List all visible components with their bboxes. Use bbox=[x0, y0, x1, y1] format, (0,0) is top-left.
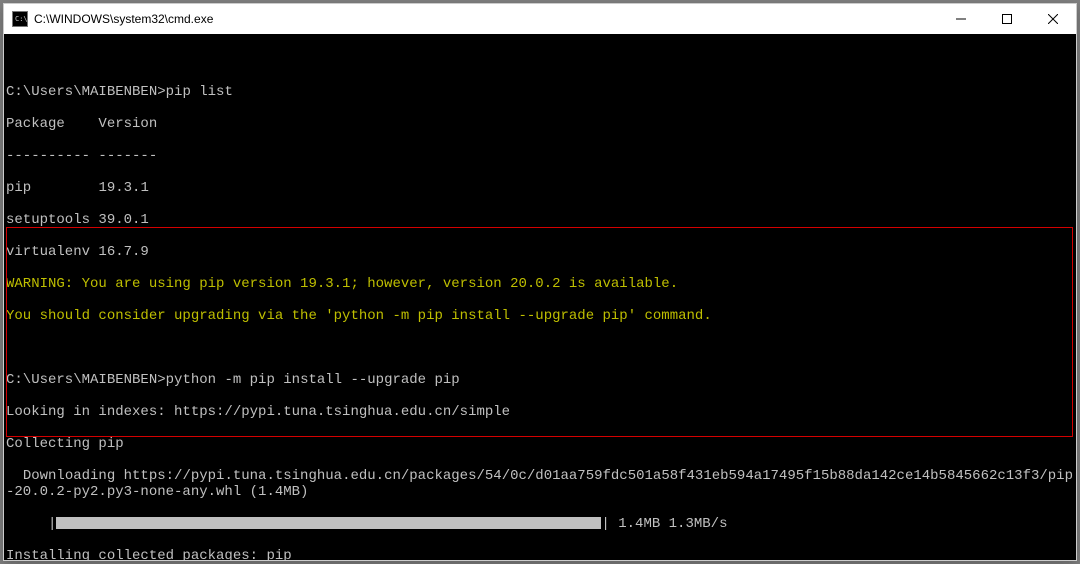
blank-line bbox=[6, 52, 1076, 68]
pkg-name: virtualenv bbox=[6, 244, 90, 260]
command-text: pip list bbox=[166, 84, 233, 100]
titlebar[interactable]: C:\ C:\WINDOWS\system32\cmd.exe bbox=[4, 4, 1076, 34]
maximize-icon bbox=[1002, 14, 1012, 24]
window-title: C:\WINDOWS\system32\cmd.exe bbox=[34, 12, 213, 26]
cmd-icon: C:\ bbox=[12, 11, 28, 27]
warning-line: You should consider upgrading via the 'p… bbox=[6, 308, 1076, 324]
progress-line: || 1.4MB 1.3MB/s bbox=[6, 516, 1076, 532]
window-buttons bbox=[938, 4, 1076, 34]
prompt: C:\Users\MAIBENBEN> bbox=[6, 372, 166, 388]
command-text: python -m pip install --upgrade pip bbox=[166, 372, 460, 388]
pkg-version: 39.0.1 bbox=[98, 212, 148, 228]
minimize-button[interactable] bbox=[938, 4, 984, 34]
col-package: Package bbox=[6, 116, 65, 132]
output-line: Looking in indexes: https://pypi.tuna.ts… bbox=[6, 404, 1076, 420]
output-line: Collecting pip bbox=[6, 436, 1076, 452]
warning-line: WARNING: You are using pip version 19.3.… bbox=[6, 276, 1076, 292]
pkg-name: pip bbox=[6, 180, 31, 196]
progress-bar bbox=[56, 517, 601, 529]
pkg-name: setuptools bbox=[6, 212, 90, 228]
pkg-version: 19.3.1 bbox=[98, 180, 148, 196]
table-row: virtualenv 16.7.9 bbox=[6, 244, 1076, 260]
blank-line bbox=[6, 340, 1076, 356]
table-header: Package Version bbox=[6, 116, 1076, 132]
table-row: setuptools 39.0.1 bbox=[6, 212, 1076, 228]
minimize-icon bbox=[956, 14, 966, 24]
terminal-output[interactable]: C:\Users\MAIBENBEN>pip list Package Vers… bbox=[4, 34, 1076, 560]
output-line: Installing collected packages: pip bbox=[6, 548, 1076, 560]
table-row: pip 19.3.1 bbox=[6, 180, 1076, 196]
col-version: Version bbox=[98, 116, 157, 132]
progress-done: 1.4MB bbox=[618, 516, 660, 532]
prompt: C:\Users\MAIBENBEN> bbox=[6, 84, 166, 100]
cmd-line: C:\Users\MAIBENBEN>python -m pip install… bbox=[6, 372, 1076, 388]
output-line: Downloading https://pypi.tuna.tsinghua.e… bbox=[6, 468, 1076, 500]
table-divider: ---------- ------- bbox=[6, 148, 1076, 164]
pkg-version: 16.7.9 bbox=[98, 244, 148, 260]
cmd-line: C:\Users\MAIBENBEN>pip list bbox=[6, 84, 1076, 100]
close-button[interactable] bbox=[1030, 4, 1076, 34]
close-icon bbox=[1048, 14, 1058, 24]
maximize-button[interactable] bbox=[984, 4, 1030, 34]
cmd-window: C:\ C:\WINDOWS\system32\cmd.exe C:\Users… bbox=[3, 3, 1077, 561]
progress-speed: 1.3MB/s bbox=[669, 516, 728, 532]
